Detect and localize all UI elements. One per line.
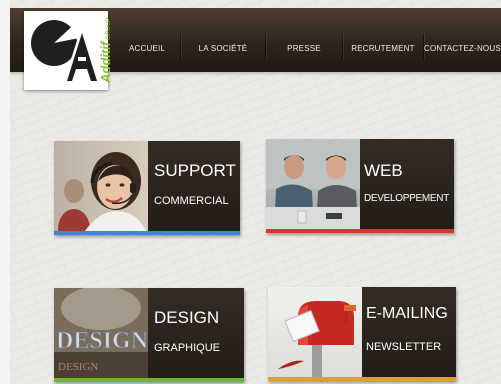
left-margin <box>0 0 10 384</box>
tile-title: DESIGN <box>154 308 220 327</box>
tile-subtitle: COMMERCIAL <box>154 195 229 207</box>
logo-wordmark: AdditifGROUP <box>98 18 113 83</box>
tile-subtitle: DEVELOPPEMENT <box>364 193 450 204</box>
support-agent-photo <box>54 141 148 235</box>
tile-text-panel: DESIGN GRAPHIQUE <box>148 288 244 382</box>
logo-brand-text: Additif <box>98 41 113 83</box>
company-logo[interactable]: AdditifGROUP <box>24 11 113 90</box>
tile-title: E-MAILING <box>366 305 448 322</box>
main-navigation: Accueil La société Presse Recrutement Co… <box>114 34 501 64</box>
tile-text-panel: E-MAILING NEWSLETTER <box>362 287 456 381</box>
tile-accent-stripe <box>54 378 244 382</box>
tile-web-developpement[interactable]: WEB DEVELOPPEMENT <box>266 139 454 233</box>
svg-text:DESIGN: DESIGN <box>58 361 98 373</box>
tile-title: SUPPORT <box>154 161 236 180</box>
nav-item-la-societe[interactable]: La société <box>181 34 265 64</box>
tile-subtitle: NEWSLETTER <box>366 341 442 353</box>
nav-item-contactez-nous[interactable]: Contactez-nous <box>424 34 501 64</box>
tile-support-commercial[interactable]: SUPPORT COMMERCIAL <box>54 141 240 235</box>
tile-accent-stripe <box>54 231 240 235</box>
tile-accent-stripe <box>266 229 454 233</box>
tile-e-mailing-newsletter[interactable]: E-MAILING NEWSLETTER <box>268 287 456 381</box>
tile-accent-stripe <box>268 377 456 381</box>
nav-item-presse[interactable]: Presse <box>266 34 342 64</box>
logo-suffix-text: GROUP <box>106 17 112 40</box>
developers-photo <box>266 139 360 233</box>
nav-item-recrutement[interactable]: Recrutement <box>343 34 423 64</box>
tile-design-graphique[interactable]: DESIGN DESIGN DESIGN GRAPHIQUE <box>54 288 244 382</box>
design-letters-photo: DESIGN DESIGN <box>54 288 149 382</box>
tile-text-panel: WEB DEVELOPPEMENT <box>360 139 454 233</box>
mailbox-photo <box>268 287 362 381</box>
logo-mark-icon <box>31 19 100 81</box>
nav-item-accueil[interactable]: Accueil <box>114 34 180 64</box>
tile-text-panel: SUPPORT COMMERCIAL <box>148 141 240 235</box>
svg-text:DESIGN: DESIGN <box>56 328 148 354</box>
tile-subtitle: GRAPHIQUE <box>154 342 221 354</box>
tile-title: WEB <box>364 161 403 180</box>
